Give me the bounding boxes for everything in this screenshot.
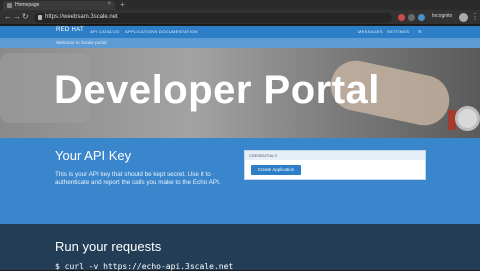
reload-icon[interactable]: ↻ — [22, 12, 29, 21]
panel-header: CREDENTIALS — [245, 151, 425, 160]
extension-icon[interactable] — [408, 14, 415, 21]
nav-applications[interactable]: APPLICATIONS — [125, 29, 157, 34]
extension-icon[interactable] — [398, 14, 405, 21]
hero-section: Developer Portal — [0, 48, 480, 138]
back-icon[interactable]: ← — [4, 12, 12, 21]
forward-icon[interactable]: → — [13, 12, 21, 21]
tab-title: Homepage — [15, 2, 40, 8]
favicon-icon — [7, 3, 12, 8]
api-key-description: This is your API key that should be kept… — [55, 171, 221, 186]
api-key-section: Your API Key This is your API key that s… — [0, 138, 480, 224]
requests-section: Run your requests $ curl -v https://echo… — [0, 224, 480, 271]
address-bar-row: ← → ↻ https://weebsam.3scale.net Incogni… — [0, 10, 480, 25]
banner-message: Welcome to 3scale portal — [56, 40, 107, 45]
new-tab-icon[interactable]: + — [120, 0, 125, 9]
browser-tab[interactable]: Homepage × — [3, 1, 115, 10]
panel-header-text: CREDENTIALS — [249, 153, 278, 158]
close-tab-icon[interactable]: × — [107, 1, 111, 7]
watch-image — [455, 106, 480, 131]
nav-api-catalog[interactable]: API CATALOG — [90, 29, 119, 34]
lock-icon — [38, 15, 42, 20]
nav-documentation[interactable]: DOCUMENTATION — [159, 29, 198, 34]
create-application-button[interactable]: Create Application — [251, 165, 301, 175]
browser-tab-bar: Homepage × + — [0, 0, 480, 10]
user-menu-icon[interactable]: ☰ — [418, 29, 422, 34]
incognito-label: Incognito — [432, 13, 453, 19]
api-key-heading: Your API Key — [55, 148, 132, 163]
notice-banner: Welcome to 3scale portal — [0, 38, 480, 48]
extension-icon[interactable] — [418, 14, 425, 21]
menu-icon[interactable]: ⋮ — [471, 12, 479, 21]
brand-logo[interactable]: RED HAT — [56, 27, 84, 33]
incognito-avatar-icon[interactable] — [459, 13, 468, 22]
nav-settings[interactable]: SETTINGS — [387, 29, 409, 34]
hero-title: Developer Portal — [54, 68, 380, 112]
url-text: https://weebsam.3scale.net — [45, 14, 118, 20]
credentials-panel: CREDENTIALS Create Application — [244, 150, 426, 180]
site-nav: RED HAT API CATALOG APPLICATIONS DOCUMEN… — [0, 26, 480, 38]
url-field[interactable]: https://weebsam.3scale.net — [34, 13, 392, 23]
requests-heading: Run your requests — [55, 239, 162, 254]
nav-messages[interactable]: MESSAGES — [358, 29, 383, 34]
